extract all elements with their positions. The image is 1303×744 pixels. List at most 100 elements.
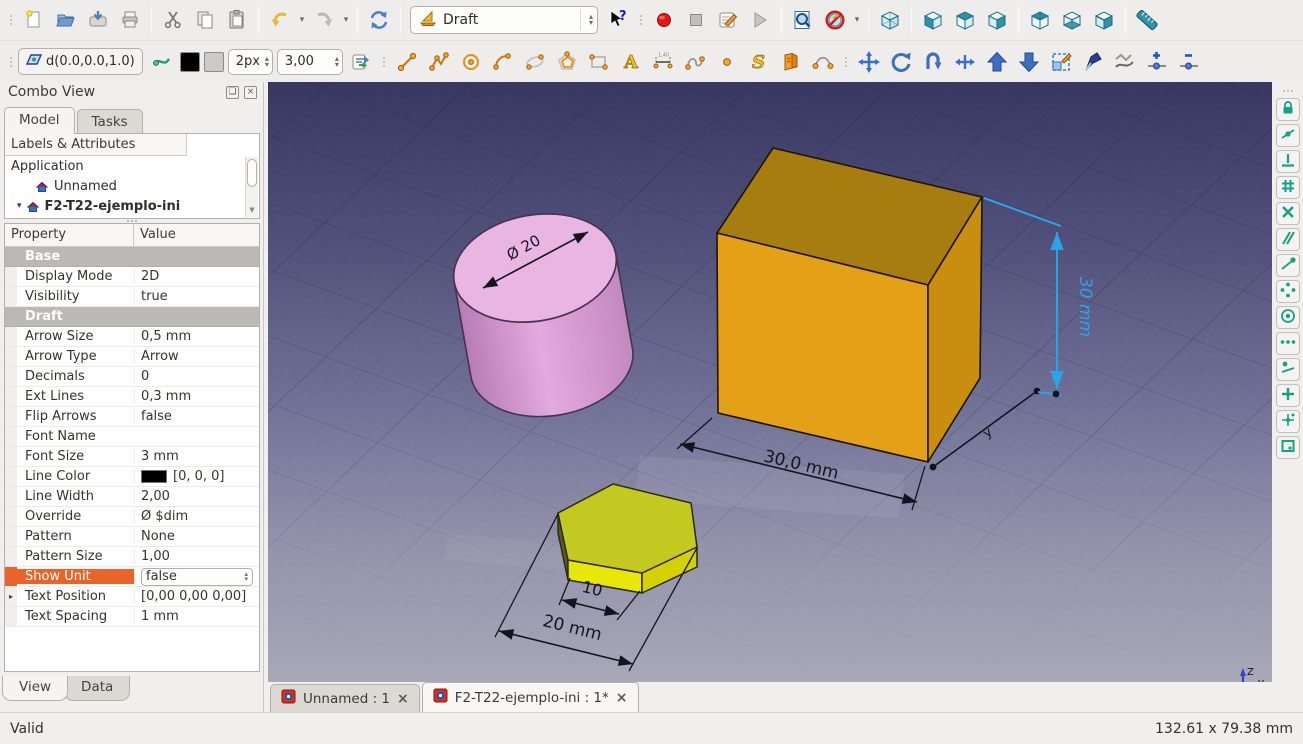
- draft-bspline-button[interactable]: [679, 46, 711, 78]
- view-bottom-button[interactable]: [1056, 4, 1088, 36]
- property-group-base[interactable]: Base: [5, 247, 259, 267]
- mdi-tab-active-document[interactable]: F2-T22-ejemplo-ini : 1* ×: [421, 682, 639, 712]
- draft-trimex-button[interactable]: [949, 46, 981, 78]
- redo-dropdown[interactable]: ▾: [340, 4, 352, 36]
- fit-all-button[interactable]: [787, 4, 819, 36]
- draft-move-button[interactable]: [853, 46, 885, 78]
- snap-endpoint-button[interactable]: [1275, 254, 1300, 277]
- workbench-selector[interactable]: Draft ▴ ▾: [410, 6, 598, 34]
- view-top-button[interactable]: [949, 4, 981, 36]
- property-row[interactable]: Display Mode 2D: [5, 267, 259, 287]
- view-left-button[interactable]: [1088, 4, 1120, 36]
- snap-working-plane-button[interactable]: [1275, 436, 1300, 459]
- 3d-viewport[interactable]: Ø 20 30,0 mm y 30 mm 10 20 mm Z: [268, 82, 1272, 682]
- property-row[interactable]: Arrow Type Arrow: [5, 347, 259, 367]
- tree-header[interactable]: Labels & Attributes: [5, 134, 187, 156]
- show-unit-combo[interactable]: false ▴ ▾: [141, 567, 253, 586]
- macro-stop-button[interactable]: [680, 4, 712, 36]
- undo-button[interactable]: [264, 4, 296, 36]
- draft-circle-button[interactable]: [455, 46, 487, 78]
- tab-tasks[interactable]: Tasks: [76, 109, 143, 134]
- draft-del-point-button[interactable]: [1173, 46, 1205, 78]
- property-row[interactable]: Flip Arrows false: [5, 407, 259, 427]
- draft-scale-button[interactable]: [1045, 46, 1077, 78]
- property-row[interactable]: Decimals 0: [5, 367, 259, 387]
- property-group-draft[interactable]: Draft: [5, 307, 259, 327]
- draft-shapestring-button[interactable]: S: [743, 46, 775, 78]
- draft-facebinder-button[interactable]: [775, 46, 807, 78]
- draft-dimension-button[interactable]: 1,40: [647, 46, 679, 78]
- tree-scrollbar[interactable]: ▲ ▼: [245, 157, 258, 217]
- tab-model[interactable]: Model: [4, 107, 75, 134]
- copy-button[interactable]: [189, 4, 221, 36]
- property-row[interactable]: Font Size 3 mm: [5, 447, 259, 467]
- whatsthis-button[interactable]: ?: [602, 4, 634, 36]
- property-row[interactable]: Override Ø $dim: [5, 507, 259, 527]
- tree-item-active-document[interactable]: ▾ F2-T22-ejemplo-ini: [5, 196, 259, 216]
- draft-bezcurve-button[interactable]: [807, 46, 839, 78]
- property-row[interactable]: Arrow Size 0,5 mm: [5, 327, 259, 347]
- scrollbar-thumb[interactable]: [247, 159, 257, 187]
- expand-icon[interactable]: ▸: [5, 587, 17, 606]
- toolbar-grip[interactable]: [1282, 90, 1293, 92]
- autogroup-button[interactable]: [345, 46, 377, 78]
- draft-rectangle-button[interactable]: [583, 46, 615, 78]
- property-row[interactable]: Line Width 2,00: [5, 487, 259, 507]
- float-button[interactable]: ❏: [226, 86, 239, 99]
- draft-arc-button[interactable]: [487, 46, 519, 78]
- draft-point-button[interactable]: [711, 46, 743, 78]
- mdi-tab-unnamed[interactable]: Unnamed : 1 ×: [270, 684, 420, 712]
- draft-offset-button[interactable]: [917, 46, 949, 78]
- face-color-swatch[interactable]: [203, 51, 224, 72]
- line-color-swatch[interactable]: [179, 51, 200, 72]
- property-row[interactable]: Text Spacing 1 mm: [5, 607, 259, 627]
- print-button[interactable]: [114, 4, 146, 36]
- property-row-show-unit[interactable]: Show Unit false ▴ ▾: [5, 567, 259, 587]
- property-row-text-position[interactable]: ▸ Text Position [0,00 0,00 0,00]: [5, 587, 259, 607]
- draft-wire-button[interactable]: [423, 46, 455, 78]
- property-row[interactable]: Font Name: [5, 427, 259, 447]
- draft-edit-button[interactable]: [1077, 46, 1109, 78]
- macro-edit-button[interactable]: [712, 4, 744, 36]
- draw-style-button[interactable]: [819, 4, 851, 36]
- toolbar-grip[interactable]: [637, 7, 645, 33]
- open-file-button[interactable]: [50, 4, 82, 36]
- close-button[interactable]: ×: [244, 86, 257, 99]
- property-column-header[interactable]: Property: [5, 224, 134, 246]
- snap-midpoint-button[interactable]: [1275, 124, 1300, 147]
- snap-lock-button[interactable]: [1275, 98, 1300, 121]
- line-width-spinbox[interactable]: 2px ▴ ▾: [227, 48, 273, 75]
- redo-button[interactable]: [308, 4, 340, 36]
- property-row[interactable]: Pattern None: [5, 527, 259, 547]
- save-button[interactable]: [82, 4, 114, 36]
- snap-parallel-button[interactable]: [1275, 228, 1300, 251]
- toolbar-grip[interactable]: [7, 7, 15, 33]
- snap-angle-button[interactable]: [1275, 280, 1300, 303]
- tab-close-icon[interactable]: ×: [616, 691, 628, 705]
- undo-dropdown[interactable]: ▾: [296, 4, 308, 36]
- draft-ellipse-button[interactable]: [519, 46, 551, 78]
- scroll-down-icon[interactable]: ▼: [246, 206, 258, 216]
- snap-grid-button[interactable]: [1275, 176, 1300, 199]
- macro-record-button[interactable]: [648, 4, 680, 36]
- draft-rotate-button[interactable]: [885, 46, 917, 78]
- draft-add-point-button[interactable]: [1141, 46, 1173, 78]
- snap-near-button[interactable]: [1275, 358, 1300, 381]
- value-column-header[interactable]: Value: [134, 224, 182, 246]
- refresh-button[interactable]: [363, 4, 395, 36]
- tab-view[interactable]: View: [2, 676, 69, 701]
- snap-special-button[interactable]: [1275, 410, 1300, 433]
- tree-item-application[interactable]: Application: [5, 156, 259, 176]
- draft-wire-to-bspline-button[interactable]: [1109, 46, 1141, 78]
- tree-item-unnamed[interactable]: Unnamed: [5, 176, 259, 196]
- view-axonometric-button[interactable]: [874, 4, 906, 36]
- paste-button[interactable]: [221, 4, 253, 36]
- box-solid[interactable]: [716, 147, 983, 463]
- tab-close-icon[interactable]: ×: [397, 692, 409, 706]
- text-size-spinbox[interactable]: 3,00 ▴ ▾: [276, 48, 343, 75]
- toolbar-grip[interactable]: [380, 49, 388, 75]
- snap-perpendicular-button[interactable]: [1275, 150, 1300, 173]
- line-color-value-swatch[interactable]: [141, 470, 167, 483]
- draft-text-button[interactable]: A: [615, 46, 647, 78]
- measure-button[interactable]: [1131, 4, 1163, 36]
